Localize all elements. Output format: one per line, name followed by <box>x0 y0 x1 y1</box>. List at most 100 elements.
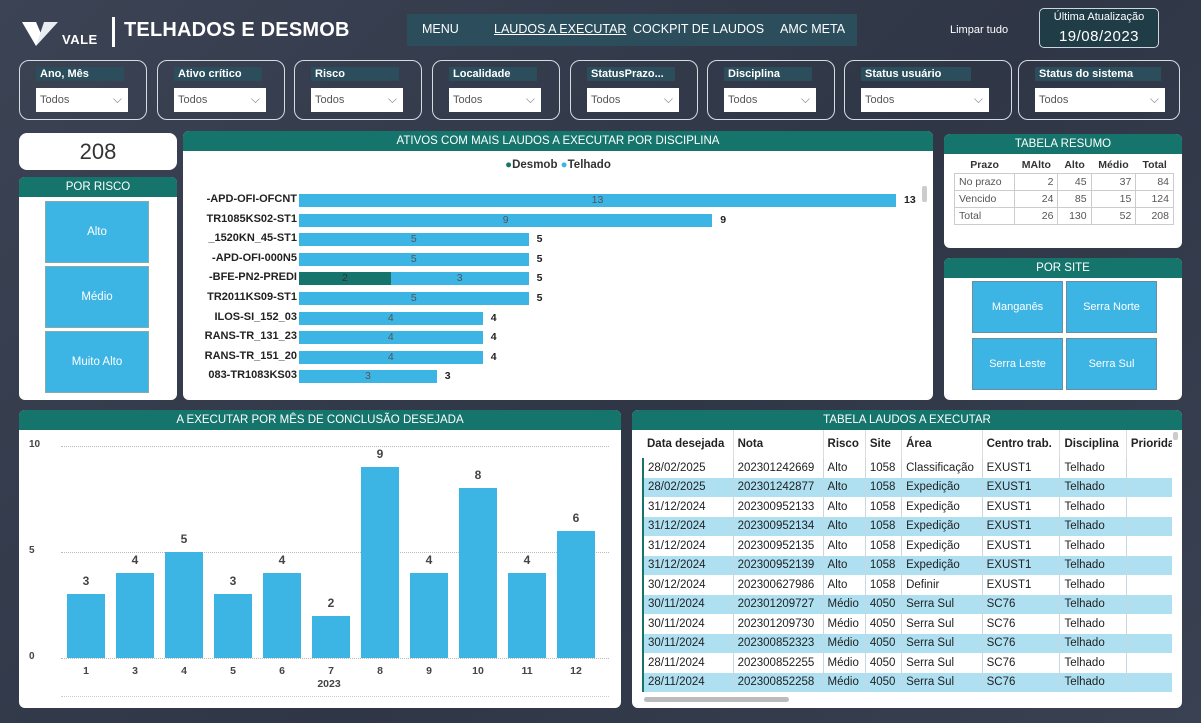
site-tile-serra-sul[interactable]: Serra Sul <box>1066 338 1157 390</box>
laudos-header[interactable]: Disciplina <box>1059 430 1127 458</box>
table-cell <box>1126 653 1172 673</box>
table-row[interactable]: 28/02/2025 202301242877 Alto 1058 Expedição E… <box>643 477 1172 497</box>
table-row[interactable]: 31/12/2024 202300952134 Alto 1058 Expedição E… <box>643 516 1172 536</box>
column-bar[interactable] <box>67 594 105 658</box>
table-row[interactable]: 30/11/2024 202301209730 Médio 4050 Serra Sul… <box>643 614 1172 634</box>
column-bar[interactable] <box>557 530 595 658</box>
resumo-cell: 15 <box>1090 190 1137 208</box>
column-bar[interactable] <box>410 573 448 658</box>
table-cell: 1058 <box>865 516 903 536</box>
table-cell: EXUST1 <box>982 458 1061 478</box>
site-tile-manganes[interactable]: Manganês <box>972 281 1063 333</box>
table-cell: 202301209730 <box>733 614 824 634</box>
laudos-header[interactable]: Site <box>865 430 903 458</box>
column-bar[interactable] <box>312 615 350 658</box>
table-cell: Telhado <box>1059 614 1127 634</box>
table-cell <box>1126 633 1172 653</box>
table-row[interactable]: 30/11/2024 202301209727 Médio 4050 Serra Sul… <box>643 594 1172 614</box>
table-cell: 202301242669 <box>733 458 824 478</box>
nav-cockpit-de-laudos[interactable]: COCKPIT DE LAUDOS <box>633 22 764 36</box>
assets-chart-title: ATIVOS COM MAIS LAUDOS A EXECUTAR POR DI… <box>183 131 933 151</box>
column-bar[interactable] <box>116 573 154 658</box>
x-tick-label: 7 <box>328 665 334 677</box>
gridline <box>61 658 609 659</box>
nav-menu[interactable]: MENU <box>422 22 459 36</box>
resumo-cell: Vencido <box>953 190 1016 208</box>
table-cell: 4050 <box>865 672 903 692</box>
column-bar[interactable] <box>508 573 546 658</box>
laudos-header[interactable]: Priorida <box>1126 430 1172 458</box>
table-cell: Serra Sul <box>901 614 983 634</box>
table-cell <box>1126 536 1172 556</box>
assets-scrollbar[interactable] <box>922 186 927 202</box>
filter-select[interactable]: Todos ⌵ <box>36 88 128 112</box>
total-kpi: 208 <box>19 133 177 170</box>
table-cell: Serra Sul <box>901 594 983 614</box>
table-cell: Médio <box>823 633 866 653</box>
risk-panel: POR RISCO Alto Médio Muito Alto <box>19 177 177 400</box>
table-cell: 202300952133 <box>733 497 824 517</box>
laudos-header[interactable]: Área <box>901 430 983 458</box>
table-cell: Definir <box>901 575 983 595</box>
table-cell: 4050 <box>865 653 903 673</box>
table-row[interactable]: 30/11/2024 202300852323 Médio 4050 Serra Sul… <box>643 633 1172 653</box>
risk-tile-muito-alto[interactable]: Muito Alto <box>45 331 149 393</box>
column-bar[interactable] <box>263 573 301 658</box>
site-tile-serra-leste[interactable]: Serra Leste <box>972 338 1063 390</box>
resumo-header: Total <box>1142 159 1167 171</box>
bar-label: -APD-OFI-000N5 <box>212 251 297 264</box>
x-axis-separator <box>61 696 609 697</box>
bar-telhado-value: 5 <box>410 292 417 304</box>
filter-select[interactable]: Todos ⌵ <box>449 88 541 112</box>
chevron-down-icon: ⌵ <box>525 92 535 106</box>
clear-all-button[interactable]: Limpar tudo <box>950 24 1008 36</box>
gridline <box>61 446 609 447</box>
table-cell: 30/11/2024 <box>643 633 734 653</box>
table-cell: Serra Sul <box>901 633 983 653</box>
column-bar[interactable] <box>214 594 252 658</box>
laudos-header[interactable]: Centro trab. <box>982 430 1061 458</box>
filter-select[interactable]: Todos ⌵ <box>174 88 266 112</box>
filter-select[interactable]: Todos ⌵ <box>311 88 403 112</box>
laudos-header[interactable]: Risco <box>823 430 866 458</box>
resumo-cell: 2 <box>1014 173 1059 191</box>
table-cell: Telhado <box>1059 633 1127 653</box>
filter-select[interactable]: Todos ⌵ <box>861 88 989 112</box>
table-row[interactable]: 28/02/2025 202301242669 Alto 1058 Classifica… <box>643 458 1172 478</box>
risk-tile-medio[interactable]: Médio <box>45 266 149 328</box>
table-row[interactable]: 31/12/2024 202300952133 Alto 1058 Expedição E… <box>643 497 1172 517</box>
column-bar[interactable] <box>361 467 399 658</box>
table-row[interactable]: 31/12/2024 202300952139 Alto 1058 Expedição E… <box>643 555 1172 575</box>
nav-laudos-a-executar[interactable]: LAUDOS A EXECUTAR <box>494 22 626 36</box>
assets-chart-legend: ●Desmob ●Telhado <box>183 159 933 171</box>
column-bar[interactable] <box>459 488 497 658</box>
table-cell <box>1126 575 1172 595</box>
table-row[interactable]: 31/12/2024 202300952135 Alto 1058 Expedição E… <box>643 536 1172 556</box>
table-cell: Médio <box>823 653 866 673</box>
table-row[interactable]: 28/11/2024 202300852258 Médio 4050 Serra Sul… <box>643 672 1172 692</box>
site-tile-serra-norte[interactable]: Serra Norte <box>1066 281 1157 333</box>
table-row[interactable]: 28/11/2024 202300852255 Médio 4050 Serra Sul… <box>643 653 1172 673</box>
table-row[interactable]: 30/12/2024 202300627986 Alto 1058 Definir EXU… <box>643 575 1172 595</box>
laudos-v-scrollbar[interactable] <box>1173 432 1178 440</box>
table-cell: Telhado <box>1059 536 1127 556</box>
laudos-header[interactable]: Nota <box>733 430 824 458</box>
laudos-table: Data desejada Nota Risco Site Área Centro tra… <box>642 430 1172 692</box>
laudos-h-scrollbar[interactable] <box>644 697 789 702</box>
nav-amc-meta[interactable]: AMC META <box>780 22 845 36</box>
filter-select[interactable]: Todos ⌵ <box>1035 88 1165 112</box>
table-cell: SC76 <box>982 614 1061 634</box>
filter-select[interactable]: Todos ⌵ <box>587 88 679 112</box>
table-cell: 28/11/2024 <box>643 672 734 692</box>
table-cell: Telhado <box>1059 672 1127 692</box>
laudos-header[interactable]: Data desejada <box>643 430 734 458</box>
monthly-chart-panel: A EXECUTAR POR MÊS DE CONCLUSÃO DESEJADA… <box>19 410 621 708</box>
filter-select[interactable]: Todos ⌵ <box>724 88 816 112</box>
y-tick-label: 10 <box>29 439 41 450</box>
column-bar[interactable] <box>165 552 203 658</box>
resumo-header: MAlto <box>1021 159 1051 171</box>
risk-tile-alto[interactable]: Alto <box>45 201 149 263</box>
bar-label: RANS-TR_131_23 <box>204 330 297 343</box>
laudos-panel: TABELA LAUDOS A EXECUTAR Data desejada No… <box>632 410 1182 708</box>
table-cell: 30/12/2024 <box>643 575 734 595</box>
